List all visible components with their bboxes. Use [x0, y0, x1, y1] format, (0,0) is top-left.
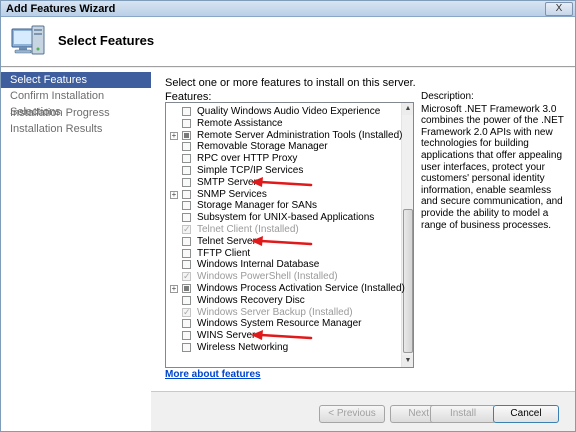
description-panel: Description: Microsoft .NET Framework 3.…: [421, 91, 569, 231]
feature-row[interactable]: Windows PowerShell (Installed): [166, 270, 402, 283]
feature-checkbox[interactable]: [182, 177, 191, 187]
feature-checkbox[interactable]: [182, 319, 191, 329]
feature-label: WINS Server: [197, 330, 256, 342]
feature-checkbox[interactable]: [182, 201, 191, 211]
feature-checkbox[interactable]: [182, 331, 191, 341]
feature-row[interactable]: Wireless Networking: [166, 342, 402, 354]
feature-checkbox: [182, 223, 191, 235]
red-arrow-annotation-icon: [251, 235, 313, 246]
close-button[interactable]: X: [545, 2, 573, 16]
features-scrollbar[interactable]: ▲ ▼: [401, 103, 413, 367]
main-content: Select one or more features to install o…: [151, 68, 575, 391]
feature-label: Removable Storage Manager: [197, 141, 328, 153]
feature-checkbox: [182, 306, 191, 318]
scroll-up-arrow-icon[interactable]: ▲: [402, 103, 413, 115]
feature-row[interactable]: + SNMP Services: [166, 189, 402, 201]
feature-row[interactable]: Removable Storage Manager: [166, 141, 402, 153]
nav-step-installation-results[interactable]: Installation Results: [1, 121, 151, 137]
feature-label: Wireless Networking: [197, 342, 289, 353]
expand-icon[interactable]: +: [170, 190, 178, 199]
install-button[interactable]: Install: [430, 405, 496, 423]
feature-row[interactable]: Windows Internal Database: [166, 259, 402, 271]
feature-label: Telnet Server: [197, 235, 256, 247]
feature-checkbox[interactable]: [182, 343, 191, 352]
scroll-thumb[interactable]: [403, 209, 413, 353]
feature-checkbox[interactable]: [182, 189, 191, 199]
scroll-down-arrow-icon[interactable]: ▼: [402, 355, 413, 367]
feature-checkbox[interactable]: [182, 130, 191, 140]
cancel-button[interactable]: Cancel: [493, 405, 559, 423]
more-about-features-link[interactable]: More about features: [165, 369, 261, 380]
feature-label: Remote Server Administration Tools (Inst…: [197, 129, 403, 141]
instruction-text: Select one or more features to install o…: [165, 77, 416, 89]
feature-checkbox: [182, 270, 191, 282]
title-bar[interactable]: Add Features Wizard X: [1, 1, 575, 17]
feature-checkbox[interactable]: [182, 284, 191, 293]
computer-features-icon: [11, 25, 45, 55]
feature-checkbox[interactable]: [182, 213, 191, 223]
feature-row[interactable]: RPC over HTTP Proxy: [166, 153, 402, 165]
page-title: Select Features: [58, 33, 155, 48]
feature-label: Windows Recovery Disc: [197, 294, 305, 306]
feature-row[interactable]: + Windows Process Activation Service (Ins…: [166, 283, 405, 295]
feature-row[interactable]: Windows Recovery Disc: [166, 295, 402, 307]
wizard-header: Select Features: [1, 17, 575, 67]
close-icon: X: [555, 3, 563, 14]
previous-button[interactable]: < Previous: [319, 405, 385, 423]
feature-label: TFTP Client: [197, 247, 251, 259]
feature-checkbox[interactable]: [182, 248, 191, 258]
feature-row[interactable]: Remote Assistance: [166, 118, 402, 130]
add-features-wizard-window: Add Features Wizard X Select Features Se…: [0, 0, 576, 432]
feature-row[interactable]: Quality Windows Audio Video Experience: [166, 106, 402, 118]
feature-label: SNMP Services: [197, 188, 267, 200]
red-arrow-annotation-icon: [251, 176, 313, 187]
feature-label: Storage Manager for SANs: [197, 200, 318, 212]
feature-label: Windows Process Activation Service (Inst…: [197, 283, 405, 294]
feature-checkbox[interactable]: [182, 260, 191, 270]
feature-row[interactable]: + Remote Server Administration Tools (Ins…: [166, 130, 402, 142]
feature-checkbox[interactable]: [182, 166, 191, 175]
feature-label: Subsystem for UNIX-based Applications: [197, 212, 375, 224]
feature-row[interactable]: Storage Manager for SANs: [166, 200, 402, 212]
window-title: Add Features Wizard: [6, 3, 116, 15]
nav-step-confirm-installation[interactable]: Confirm Installation Selections: [1, 88, 151, 118]
feature-label: SMTP Server: [197, 176, 257, 188]
feature-label: RPC over HTTP Proxy: [197, 153, 298, 165]
feature-checkbox[interactable]: [182, 154, 191, 164]
expand-icon[interactable]: +: [170, 131, 178, 140]
expand-icon[interactable]: +: [170, 285, 178, 293]
feature-label: Quality Windows Audio Video Experience: [197, 106, 381, 117]
description-label: Description:: [421, 91, 474, 102]
feature-label: Windows Server Backup (Installed): [197, 306, 353, 318]
feature-checkbox[interactable]: [182, 295, 191, 305]
feature-checkbox[interactable]: [182, 118, 191, 128]
wizard-footer: < Previous Next > Install Cancel: [151, 391, 575, 431]
feature-label: Windows PowerShell (Installed): [197, 271, 338, 283]
feature-checkbox[interactable]: [182, 236, 191, 246]
wizard-steps-nav: Select Features Confirm Installation Sel…: [1, 68, 151, 431]
red-arrow-annotation-icon: [251, 330, 313, 341]
feature-label: Remote Assistance: [197, 117, 283, 129]
feature-row[interactable]: TFTP Client: [166, 248, 402, 260]
feature-label: Windows Internal Database: [197, 259, 320, 271]
feature-row[interactable]: Windows Server Backup (Installed): [166, 306, 402, 319]
feature-row[interactable]: Subsystem for UNIX-based Applications: [166, 212, 402, 224]
feature-checkbox[interactable]: [182, 142, 191, 152]
nav-step-select-features[interactable]: Select Features: [1, 72, 151, 88]
description-text: Microsoft .NET Framework 3.0 combines th…: [421, 103, 564, 231]
feature-checkbox[interactable]: [182, 107, 191, 116]
nav-step-installation-progress[interactable]: Installation Progress: [1, 105, 151, 121]
